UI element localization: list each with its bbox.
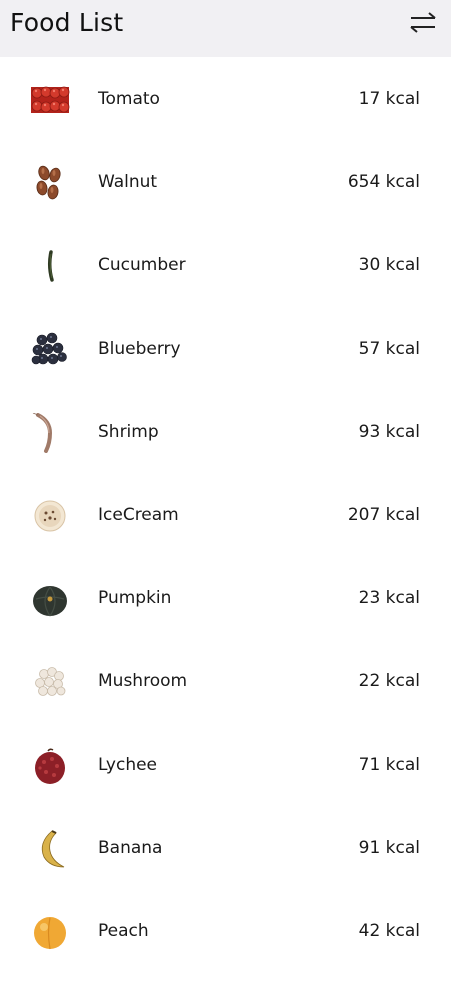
food-kcal: 93 kcal [358, 421, 420, 442]
food-kcal: 17 kcal [358, 89, 420, 109]
list-item[interactable]: Walnut 654 kcal [0, 141, 451, 224]
food-name: Walnut [98, 172, 158, 193]
food-name: Blueberry [98, 338, 181, 359]
food-name: Mushroom [98, 671, 188, 692]
tomato-icon [31, 86, 70, 113]
food-kcal: 23 kcal [358, 588, 420, 609]
list-item[interactable]: Banana 91 kcal [0, 807, 451, 890]
food-name: IceCream [98, 504, 179, 525]
blueberry-icon [31, 332, 67, 364]
list-item[interactable]: Lychee 71 kcal [0, 724, 451, 807]
pumpkin-icon [33, 586, 67, 617]
list-item[interactable]: Blueberry 57 kcal [0, 308, 451, 391]
swap-arrows-icon [410, 12, 436, 33]
food-kcal: 57 kcal [358, 338, 420, 359]
page-title: Food List [10, 8, 124, 37]
food-kcal: 71 kcal [358, 754, 420, 775]
list-item[interactable]: Peach 42 kcal [0, 890, 451, 973]
sort-button[interactable] [409, 10, 437, 36]
cucumber-icon [47, 250, 54, 283]
food-kcal: 207 kcal [347, 504, 420, 525]
food-name: Pumpkin [98, 588, 172, 609]
food-name: Shrimp [98, 421, 159, 442]
lychee-icon [35, 747, 65, 784]
walnut-icon [36, 165, 61, 200]
peach-icon [34, 916, 66, 949]
food-kcal: 91 kcal [358, 837, 420, 858]
shrimp-icon [32, 412, 53, 453]
mushroom-icon [35, 667, 66, 697]
list-item[interactable]: Cucumber 30 kcal [0, 224, 451, 307]
food-name: Cucumber [98, 255, 186, 276]
list-item[interactable]: Shrimp 93 kcal [0, 391, 451, 474]
food-name: Lychee [98, 754, 158, 775]
list-item[interactable]: IceCream 207 kcal [0, 474, 451, 557]
food-kcal: 22 kcal [358, 671, 420, 692]
food-kcal: 30 kcal [358, 255, 420, 276]
icecream-icon [34, 500, 66, 532]
list-item[interactable]: Mushroom 22 kcal [0, 640, 451, 723]
banana-icon [41, 829, 65, 868]
food-list: Tomato 17 kcal Walnut 654 kcal Cucumber … [0, 58, 451, 973]
food-name: Peach [98, 920, 149, 941]
food-kcal: 42 kcal [358, 920, 420, 941]
app-header: Food List [0, 0, 451, 57]
list-item[interactable]: Tomato 17 kcal [0, 58, 451, 141]
list-item[interactable]: Pumpkin 23 kcal [0, 557, 451, 640]
food-kcal: 654 kcal [347, 172, 420, 193]
food-name: Banana [98, 837, 163, 858]
food-name: Tomato [98, 89, 160, 109]
